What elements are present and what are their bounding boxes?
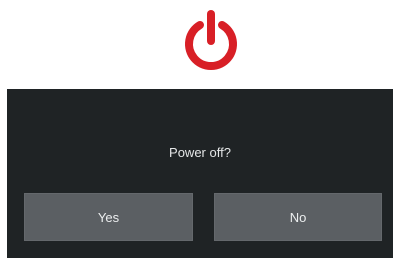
no-button[interactable]: No [214, 193, 382, 241]
no-button-label: No [289, 209, 307, 225]
power-off-dialog: Power off? Yes No [7, 89, 393, 258]
yes-button-label: Yes [97, 209, 120, 225]
yes-button[interactable]: Yes [24, 193, 193, 241]
dialog-prompt: Power off? [169, 145, 231, 160]
power-off-screen: Power off? Yes No [0, 0, 394, 258]
power-icon [185, 10, 237, 71]
